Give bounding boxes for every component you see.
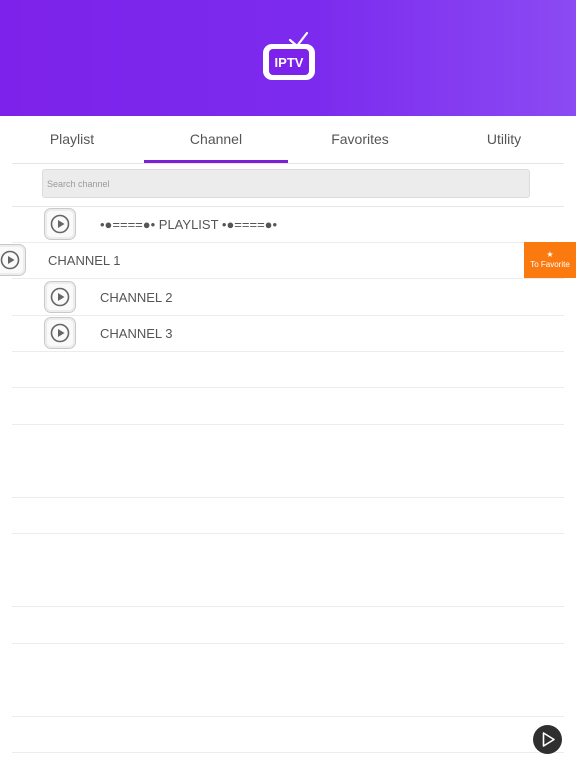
iptv-logo: IPTV (263, 31, 315, 80)
play-button[interactable] (0, 244, 26, 276)
search-input[interactable] (42, 169, 530, 198)
tab-channel[interactable]: Channel (144, 116, 288, 163)
channel-row[interactable]: CHANNEL 3 (12, 315, 564, 352)
tab-favorites[interactable]: Favorites (288, 116, 432, 163)
play-icon (0, 250, 20, 270)
star-icon: ★ (546, 250, 554, 259)
to-favorite-button[interactable]: ★ To Favorite (524, 242, 576, 278)
channel-label: CHANNEL 2 (100, 290, 173, 305)
play-button[interactable] (44, 281, 76, 313)
search-bar (12, 163, 564, 207)
list-divider (12, 497, 564, 498)
to-favorite-label: To Favorite (530, 260, 570, 269)
channel-row[interactable]: CHANNEL 2 (12, 279, 564, 316)
play-fab-button[interactable] (533, 725, 562, 754)
list-divider (12, 606, 564, 607)
list-divider (12, 387, 564, 388)
playlist-header-row: •●====●• PLAYLIST •●====●• (12, 206, 564, 243)
list-divider (12, 533, 564, 534)
channel-row[interactable]: CHANNEL 1 (0, 242, 564, 279)
channel-label: CHANNEL 3 (100, 326, 173, 341)
app-header: IPTV (0, 0, 576, 116)
list-divider (12, 752, 564, 753)
play-icon (50, 287, 70, 307)
play-button[interactable] (44, 317, 76, 349)
play-button[interactable] (44, 208, 76, 240)
list-divider (12, 643, 564, 644)
play-icon (50, 214, 70, 234)
tab-playlist[interactable]: Playlist (0, 116, 144, 163)
list-divider (12, 716, 564, 717)
play-icon (542, 732, 555, 747)
list-divider (12, 424, 564, 425)
tab-utility[interactable]: Utility (432, 116, 576, 163)
tab-bar: Playlist Channel Favorites Utility (0, 116, 576, 163)
logo-text: IPTV (275, 55, 304, 70)
playlist-header-label: •●====●• PLAYLIST •●====●• (100, 217, 278, 232)
play-icon (50, 323, 70, 343)
channel-label: CHANNEL 1 (48, 253, 121, 268)
